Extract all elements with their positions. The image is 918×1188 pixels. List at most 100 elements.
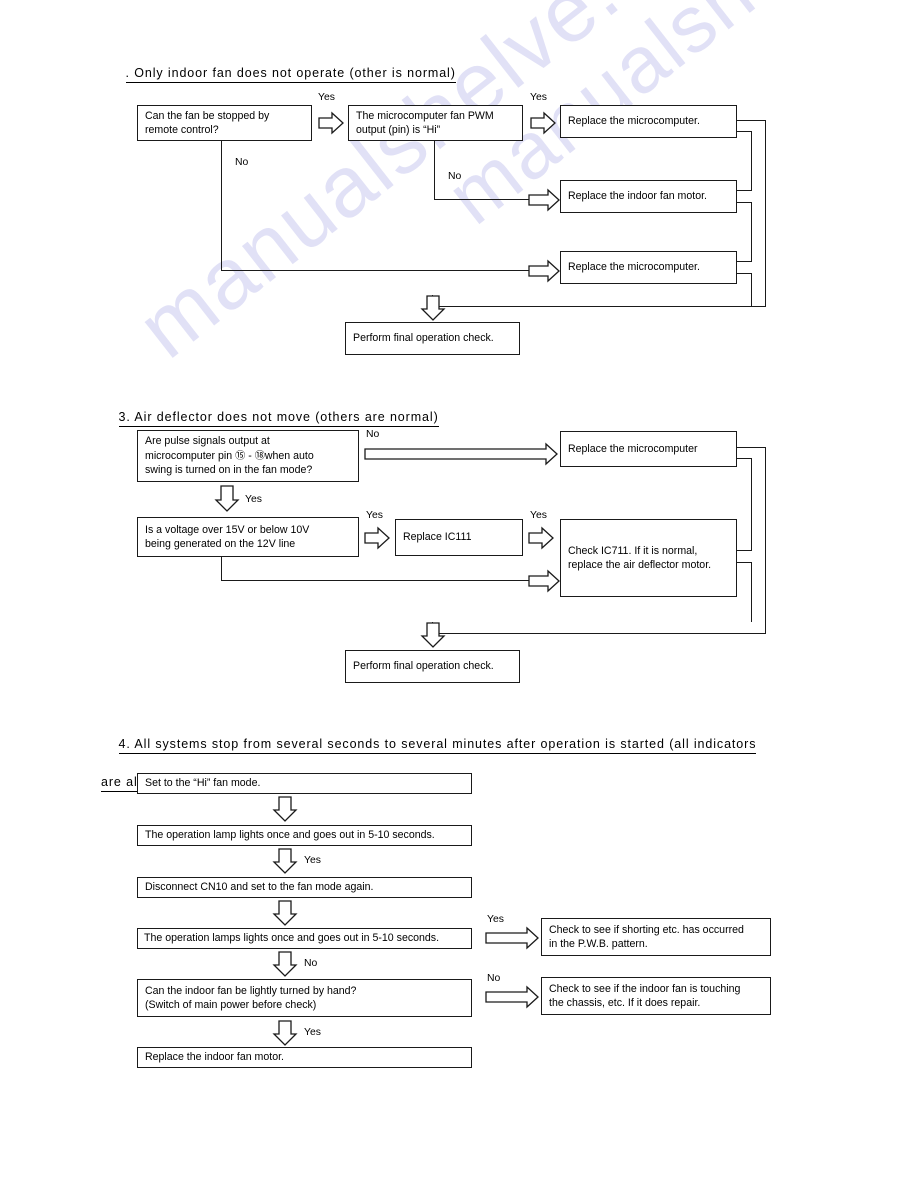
- sec3-yes-label-2: Yes: [530, 510, 547, 521]
- sec2-result-1-text: Replace the microcomputer.: [568, 115, 700, 128]
- sec2-collector-v1b: [751, 131, 753, 191]
- sec4-result-1-box: Check to see if shorting etc. has occurr…: [541, 918, 771, 956]
- sec4-result-2-box: Check to see if the indoor fan is touchi…: [541, 977, 771, 1015]
- sec2-result-3-text: Replace the microcomputer.: [568, 261, 700, 274]
- sec4-yes-label-2: Yes: [304, 1027, 321, 1038]
- sec3-collector-v1: [765, 447, 767, 633]
- sec3-collector-h2b: [737, 562, 752, 564]
- sec4-down-arrow-1: [272, 796, 298, 822]
- sec4-no-arrow-right: [485, 985, 539, 1009]
- section-2-heading-text: . Only indoor fan does not operate (othe…: [125, 66, 456, 83]
- sec4-step-2-text: The operation lamp lights once and goes …: [145, 829, 435, 842]
- sec3-yes-arrow-2: [528, 526, 554, 550]
- sec2-collector-v1: [765, 120, 767, 307]
- sec3-branch-hline: [221, 580, 532, 582]
- sec2-no2-hline: [434, 199, 532, 201]
- sec3-branch-arrow: [528, 569, 560, 593]
- sec4-no-label-right: No: [487, 973, 501, 984]
- sec4-no-label-1: No: [304, 958, 318, 969]
- sec2-no-label-1: No: [235, 157, 249, 168]
- sec3-q1-line2a: microcomputer pin: [145, 449, 236, 462]
- section-2-heading: . Only indoor fan does not operate (othe…: [108, 52, 456, 97]
- sec2-no1-hline: [221, 270, 532, 272]
- sec2-no2-vline: [434, 141, 436, 200]
- sec3-collector-h1: [737, 447, 766, 449]
- sec4-down-arrow-5: [272, 1020, 298, 1046]
- sec3-final-check-text: Perform final operation check.: [353, 660, 494, 673]
- section-4-heading-line1: 4. All systems stop from several seconds…: [118, 737, 757, 754]
- sec3-question-2-box: Is a voltage over 15V or below 10V being…: [137, 517, 359, 557]
- sec3-yes-label-1: Yes: [366, 510, 383, 521]
- sec3-yes-down-label: Yes: [245, 494, 262, 505]
- sec2-yes-label-2: Yes: [530, 92, 547, 103]
- sec2-yes-arrow-1: [318, 111, 344, 135]
- sec2-collector-h3: [737, 261, 752, 263]
- sec4-result-2-text: Check to see if the indoor fan is touchi…: [549, 982, 741, 1009]
- sec4-result-1-text: Check to see if shorting etc. has occurr…: [549, 923, 744, 950]
- sec4-step-6-box: Replace the indoor fan motor.: [137, 1047, 472, 1068]
- sec2-collector-h2: [737, 190, 752, 192]
- sec3-q1-pin-to: ⑱: [254, 450, 265, 462]
- service-manual-page: manualshelve.com manualshelve.com . Only…: [0, 0, 918, 1188]
- sec3-yes-down-arrow: [214, 485, 240, 512]
- sec3-question-1-box: Are pulse signals output at microcomputer…: [137, 430, 359, 482]
- sec4-step-3-text: Disconnect CN10 and set to the fan mode …: [145, 881, 374, 894]
- sec3-final-check-box: Perform final operation check.: [345, 650, 520, 683]
- sec4-step-1-text: Set to the “Hi” fan mode.: [145, 777, 261, 790]
- sec2-result-2-box: Replace the indoor fan motor.: [560, 180, 737, 213]
- sec3-q1-line1: Are pulse signals output at: [145, 435, 270, 448]
- sec4-step-2-box: The operation lamp lights once and goes …: [137, 825, 472, 846]
- sec3-collector-h1b: [737, 458, 752, 460]
- sec3-branch-vline: [221, 557, 223, 581]
- sec4-step-1-box: Set to the “Hi” fan mode.: [137, 773, 472, 794]
- sec2-collector-h1: [737, 120, 766, 122]
- sec3-yes-arrow-1: [364, 526, 390, 550]
- sec4-down-arrow-4: [272, 951, 298, 977]
- sec2-question-1-text: Can the fan be stopped by remote control…: [145, 109, 270, 136]
- sec2-collector-bottom: [432, 306, 766, 308]
- sec4-yes-label-right: Yes: [487, 914, 504, 925]
- sec2-collector-v3b: [751, 273, 753, 306]
- sec3-replace-ic111-box: Replace IC111: [395, 519, 523, 556]
- sec4-step-4-text: The operation lamps lights once and goes…: [144, 932, 440, 945]
- sec2-no1-vline: [221, 141, 223, 271]
- sec2-question-2-box: The microcomputer fan PWM output (pin) i…: [348, 105, 523, 141]
- sec2-question-1-box: Can the fan be stopped by remote control…: [137, 105, 312, 141]
- sec2-question-2-text: The microcomputer fan PWM output (pin) i…: [356, 109, 494, 136]
- sec3-q1-line2b: when auto: [264, 449, 314, 462]
- sec2-collector-v2b: [751, 202, 753, 262]
- sec3-collector-h2: [737, 550, 752, 552]
- sec4-step-6-text: Replace the indoor fan motor.: [145, 1051, 284, 1064]
- sec3-question-1-text: Are pulse signals output at microcomputer…: [145, 434, 351, 477]
- sec2-collector-h2b: [737, 202, 752, 204]
- sec4-step-3-box: Disconnect CN10 and set to the fan mode …: [137, 877, 472, 898]
- sec3-question-2-text: Is a voltage over 15V or below 10V being…: [145, 523, 310, 550]
- sec3-check-ic711-text: Check IC711. If it is normal, replace th…: [568, 544, 712, 571]
- sec4-step-4-box: The operation lamps lights once and goes…: [137, 928, 472, 949]
- sec2-result-3-box: Replace the microcomputer.: [560, 251, 737, 284]
- sec3-collector-v2b: [751, 562, 753, 622]
- sec4-yes-arrow-right: [485, 926, 539, 950]
- sec2-yes-label-1: Yes: [318, 92, 335, 103]
- sec3-collector-v1b: [751, 458, 753, 551]
- section-4-heading: 4. All systems stop from several seconds…: [101, 723, 861, 820]
- sec4-yes-label-1: Yes: [304, 855, 321, 866]
- sec3-collector-bottom: [432, 633, 766, 635]
- sec3-no-label-1: No: [366, 429, 380, 440]
- sec3-q1-line3: swing is turned on in the fan mode?: [145, 464, 313, 477]
- sec2-no-label-2: No: [448, 171, 462, 182]
- sec2-result-2-text: Replace the indoor fan motor.: [568, 190, 707, 203]
- sec2-collector-h3b: [737, 273, 752, 275]
- sec4-step-5-text: Can the indoor fan be lightly turned by …: [145, 984, 357, 1011]
- sec2-no-arrow-2: [528, 188, 560, 212]
- sec2-yes-arrow-2: [530, 111, 556, 135]
- sec3-replace-micro-box: Replace the microcomputer: [560, 431, 737, 467]
- sec4-down-arrow-3: [272, 900, 298, 926]
- sec2-final-down-arrow: [420, 295, 446, 321]
- sec3-replace-micro-text: Replace the microcomputer: [568, 442, 698, 455]
- sec4-step-5-box: Can the indoor fan be lightly turned by …: [137, 979, 472, 1017]
- section-3-heading-text: 3. Air deflector does not move (others a…: [118, 410, 439, 427]
- sec2-no-arrow-1: [528, 259, 560, 283]
- sec2-final-check-text: Perform final operation check.: [353, 332, 494, 345]
- sec2-collector-h1b: [737, 131, 752, 133]
